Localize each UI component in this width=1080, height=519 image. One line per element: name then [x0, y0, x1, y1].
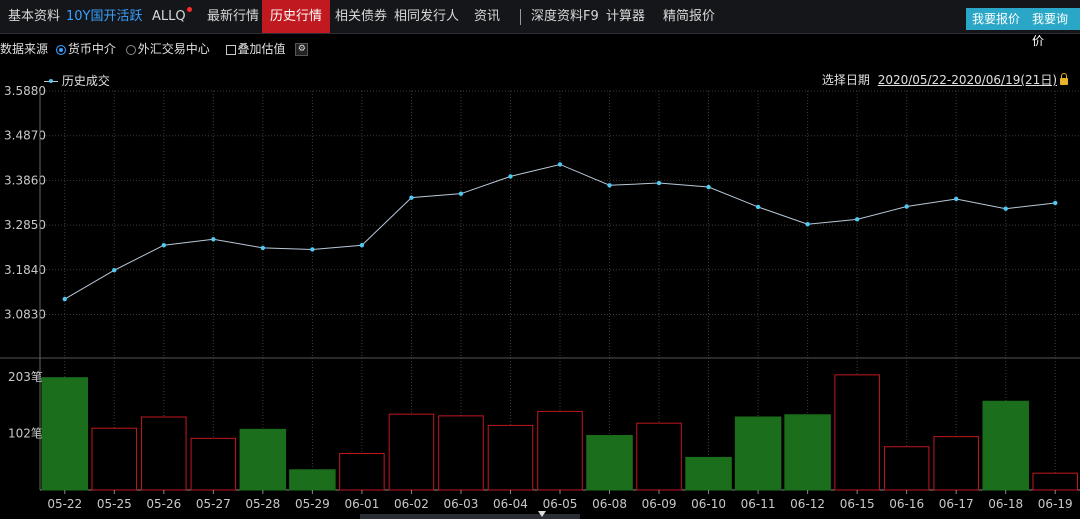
volume-bar [339, 452, 385, 491]
x-tick-label: 06-09 [642, 497, 677, 511]
volume-bar [41, 377, 89, 491]
x-tick-label: 06-17 [939, 497, 974, 511]
volume-bar [388, 413, 435, 491]
x-tick-label: 06-12 [790, 497, 825, 511]
x-tick-label: 05-28 [245, 497, 280, 511]
data-point [458, 191, 464, 196]
x-tick-label: 05-29 [295, 497, 330, 511]
volume-bar [289, 469, 336, 491]
x-tick-label: 06-10 [691, 497, 726, 511]
data-point [112, 268, 117, 273]
data-point [656, 180, 662, 186]
volume-bar [734, 416, 782, 491]
volume-bar [141, 416, 187, 491]
data-point [508, 174, 513, 179]
data-point [706, 184, 711, 190]
caret-down-icon[interactable] [538, 511, 546, 517]
data-point [755, 204, 761, 210]
volume-bar [586, 435, 633, 491]
volume-bar [834, 374, 880, 491]
data-point [359, 243, 365, 248]
data-point [953, 196, 959, 202]
data-point [310, 247, 315, 252]
x-tick-label: 06-01 [344, 497, 379, 511]
volume-bar [487, 424, 534, 491]
volume-bar [537, 410, 583, 491]
data-point [557, 162, 563, 167]
volume-bar [190, 437, 237, 491]
x-tick-label: 05-25 [97, 497, 132, 511]
volume-bar [982, 400, 1029, 491]
x-tick-label: 06-18 [988, 497, 1023, 511]
x-tick-label: 06-04 [493, 497, 528, 511]
volume-bar [636, 422, 682, 491]
data-point [260, 245, 266, 251]
data-point [854, 217, 860, 222]
x-tick-label: 06-15 [840, 497, 875, 511]
volume-bar [883, 446, 930, 491]
x-tick-label: 06-16 [889, 497, 924, 511]
volume-bar [239, 428, 287, 491]
x-tick-label: 05-27 [196, 497, 231, 511]
x-tick-label: 06-08 [592, 497, 627, 511]
data-point [409, 195, 414, 200]
data-point [607, 183, 612, 188]
data-point [211, 237, 216, 242]
volume-bar [91, 427, 138, 491]
data-point [62, 296, 67, 302]
horizontal-scrollbar[interactable] [360, 514, 580, 519]
data-point [805, 222, 810, 227]
data-point [161, 243, 167, 248]
volume-bar [685, 456, 732, 491]
bar-y-tick-label: 102笔 [8, 426, 43, 441]
x-tick-label: 06-11 [741, 497, 776, 511]
x-tick-label: 06-05 [543, 497, 578, 511]
x-tick-label: 05-22 [47, 497, 82, 511]
x-tick-label: 05-26 [146, 497, 181, 511]
data-point [904, 204, 909, 209]
history-chart: 3.58803.48703.38603.28503.18403.0830203笔… [0, 84, 1080, 511]
x-tick-label: 06-03 [444, 497, 479, 511]
x-tick-label: 06-02 [394, 497, 429, 511]
bar-y-tick-label: 203笔 [8, 369, 43, 384]
data-point [1003, 206, 1008, 211]
x-tick-label: 06-19 [1038, 497, 1073, 511]
volume-bar [438, 415, 484, 491]
volume-bar [784, 414, 831, 491]
volume-bar [1032, 472, 1079, 491]
data-point [1053, 200, 1058, 206]
volume-bar [933, 436, 979, 491]
